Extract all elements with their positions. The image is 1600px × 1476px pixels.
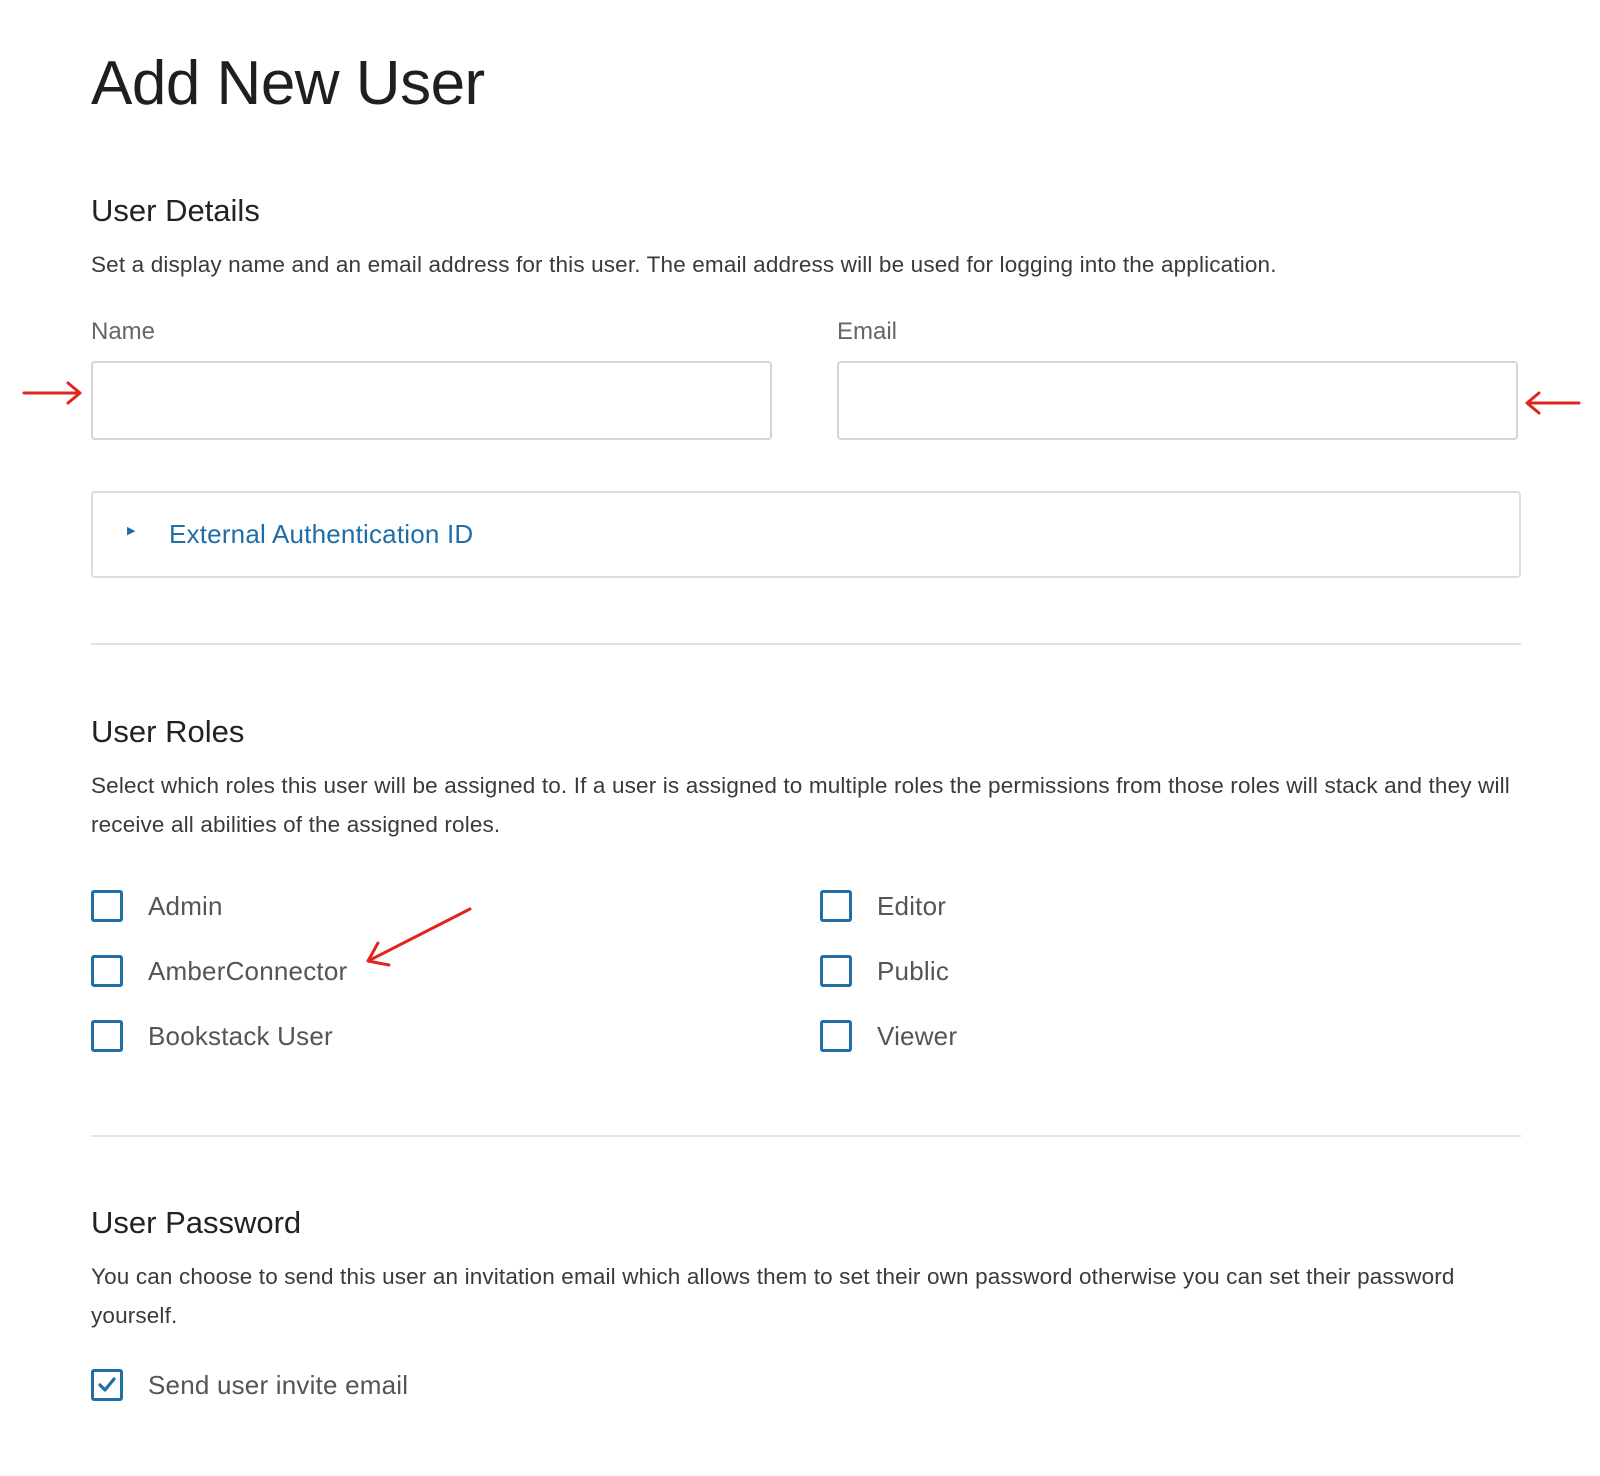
name-label: Name	[91, 318, 156, 345]
role-label: AmberConnector	[148, 956, 348, 986]
checkbox[interactable]	[820, 890, 852, 922]
role-label: Public	[877, 956, 950, 986]
checkbox[interactable]	[820, 955, 852, 987]
checkbox[interactable]	[91, 955, 123, 987]
arrow-left-icon	[1525, 391, 1581, 415]
role-label: Bookstack User	[148, 1021, 333, 1051]
user-details-title: User Details	[91, 193, 260, 228]
email-input[interactable]	[837, 361, 1518, 440]
email-label: Email	[837, 318, 898, 345]
role-label: Editor	[877, 891, 947, 921]
user-roles-description: Select which roles this user will be ass…	[91, 773, 1510, 837]
external-auth-toggle[interactable]: ▶ External Authentication ID	[91, 491, 1521, 578]
checkmark-icon	[98, 1377, 116, 1392]
send-invite-label: Send user invite email	[148, 1370, 409, 1400]
user-details-description: Set a display name and an email address …	[91, 252, 1277, 277]
checkbox[interactable]	[91, 890, 123, 922]
checkbox[interactable]	[820, 1020, 852, 1052]
invite-checkbox[interactable]	[91, 1369, 123, 1401]
page-title: Add New User	[91, 49, 485, 118]
section-divider	[91, 643, 1521, 645]
user-password-description: You can choose to send this user an invi…	[91, 1264, 1455, 1328]
role-label: Viewer	[877, 1021, 958, 1051]
arrow-right-icon	[22, 381, 82, 405]
role-label: Admin	[148, 891, 223, 921]
caret-right-icon: ▶	[127, 525, 136, 537]
section-divider	[91, 1135, 1521, 1137]
external-auth-label: External Authentication ID	[169, 519, 474, 549]
user-password-title: User Password	[91, 1205, 302, 1240]
checkbox[interactable]	[91, 1020, 123, 1052]
name-input[interactable]	[91, 361, 772, 440]
arrow-diagonal-icon	[366, 907, 472, 967]
user-roles-title: User Roles	[91, 714, 245, 749]
